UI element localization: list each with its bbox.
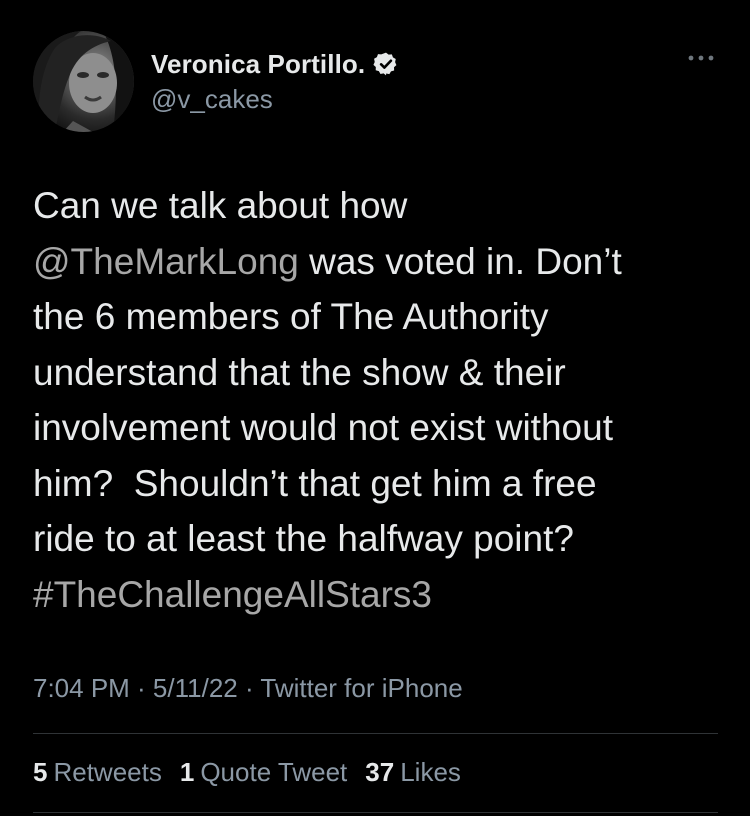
divider <box>33 733 718 734</box>
tweet-card: Veronica Portillo. @v_cakes Can we talk … <box>0 0 750 816</box>
retweets-label: Retweets <box>53 757 162 787</box>
mention-link[interactable]: @TheMarkLong <box>33 241 299 282</box>
verified-badge-icon <box>373 51 399 77</box>
likes-label: Likes <box>400 757 461 787</box>
tweet-text-line: involvement would not exist without <box>33 407 613 448</box>
quote-tweets-label: Quote Tweet <box>200 757 348 787</box>
quote-tweets-count: 1 <box>179 757 195 787</box>
tweet-text-line: ride to at least the halfway point? <box>33 518 574 559</box>
tweet-stats: 5 Retweets 1 Quote Tweet 37 Likes <box>33 757 479 788</box>
retweets-stat[interactable]: 5 Retweets <box>33 757 162 788</box>
retweets-count: 5 <box>33 757 48 787</box>
tweet-timestamp-source[interactable]: 7:04 PM · 5/11/22 · Twitter for iPhone <box>33 673 463 704</box>
likes-count: 37 <box>365 757 395 787</box>
tweet-text-line: was voted in. Don’t <box>298 240 622 282</box>
profile-photo-icon <box>33 31 134 132</box>
quote-tweets-stat[interactable]: 1 Quote Tweet <box>180 757 347 788</box>
author-name-row[interactable]: Veronica Portillo. <box>151 44 399 84</box>
ellipsis-icon[interactable] <box>684 48 718 68</box>
user-handle[interactable]: @v_cakes <box>151 84 273 115</box>
tweet-text-line: Can we talk about how <box>33 185 408 226</box>
hashtag-link[interactable]: #TheChallengeAllStars3 <box>33 574 432 615</box>
tweet-text: Can we talk about how @TheMarkLong was v… <box>33 178 723 622</box>
display-name[interactable]: Veronica Portillo. <box>151 49 365 80</box>
tweet-text-line: understand that the show & their <box>33 351 566 393</box>
tweet-text-line: the 6 members of The Authority <box>33 296 549 337</box>
avatar[interactable] <box>33 31 134 132</box>
likes-stat[interactable]: 37 Likes <box>365 757 461 788</box>
divider <box>33 812 718 813</box>
tweet-text-line: him? Shouldn’t that get him a free <box>33 462 597 504</box>
